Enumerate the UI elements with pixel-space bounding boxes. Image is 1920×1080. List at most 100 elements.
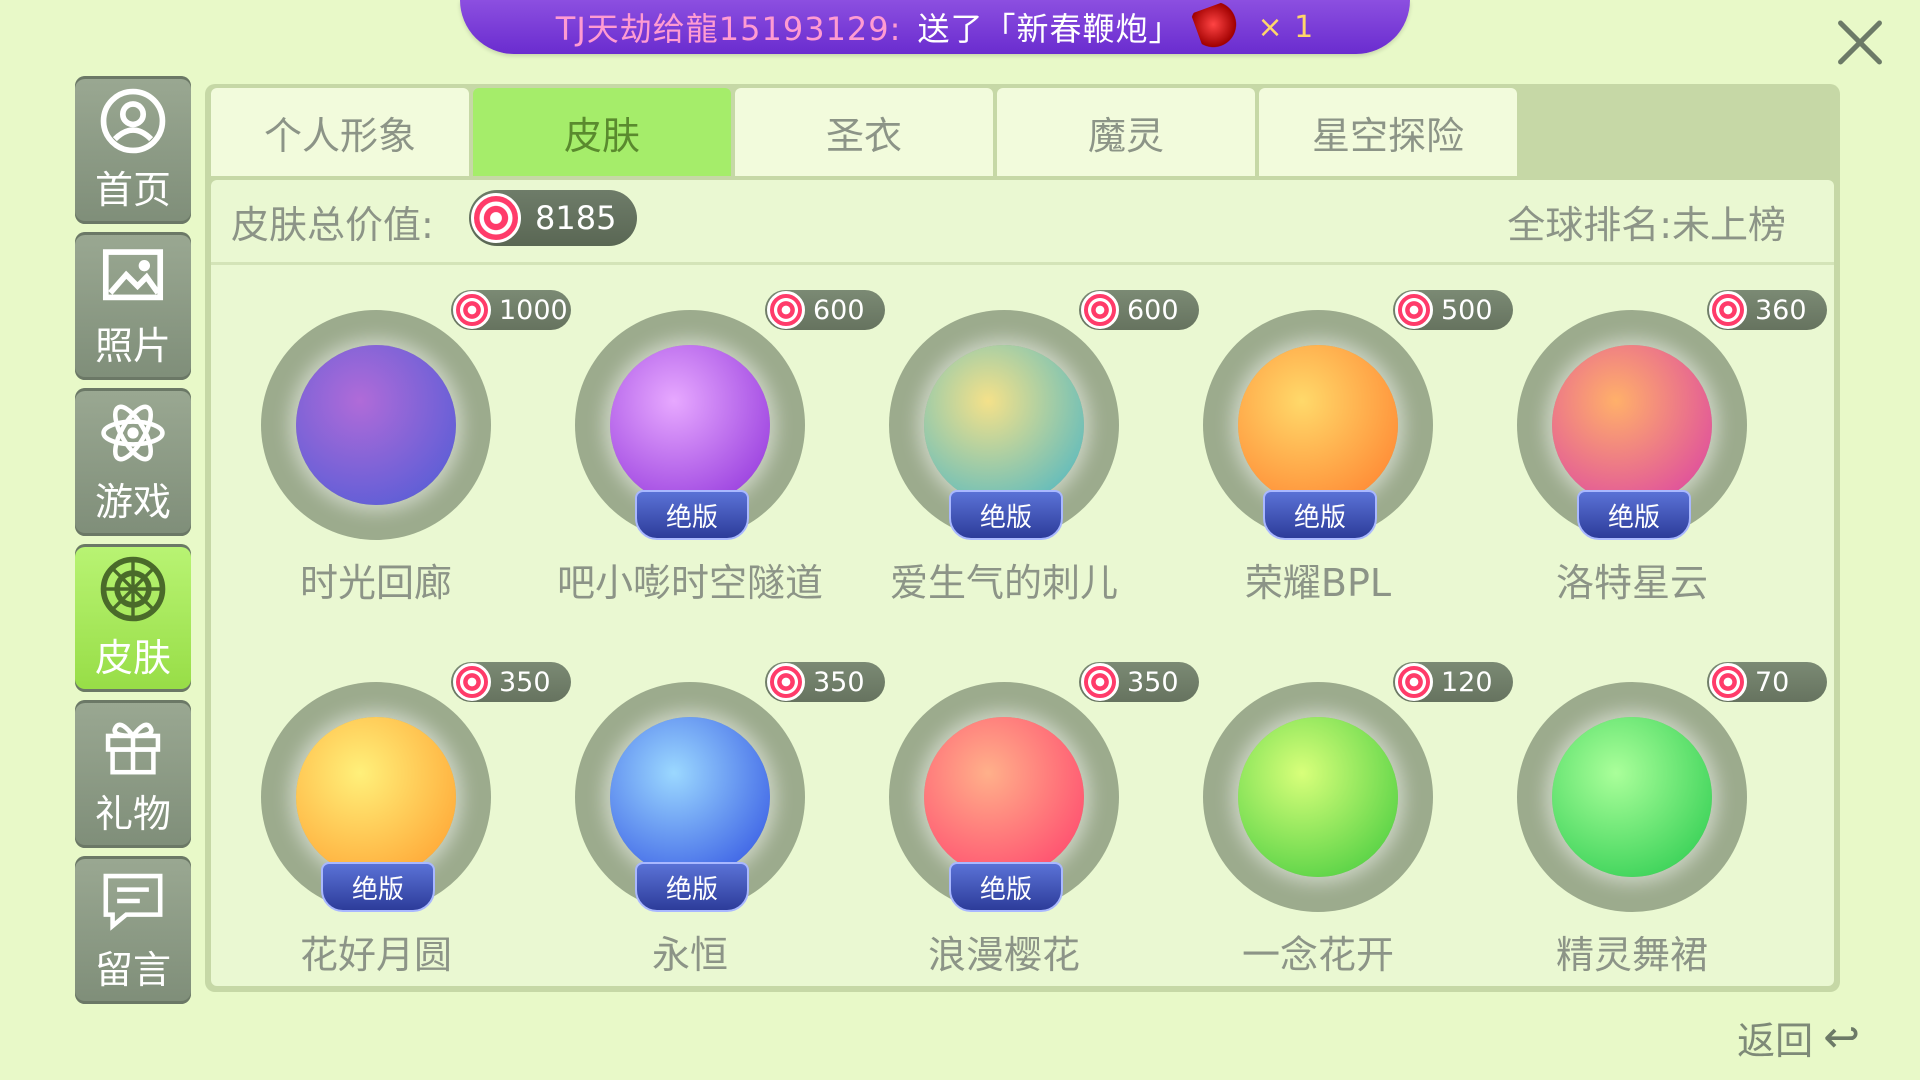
skin-orb — [296, 717, 456, 877]
skins-content: 皮肤总价值: 8185 全球排名:未上榜 1000 时光回廊 600 绝版 吧小嘭时空隧… — [211, 180, 1834, 986]
skin-card[interactable]: 350 绝版 浪漫樱花 — [869, 662, 1199, 992]
sidebar-item-games[interactable]: 游戏 — [75, 388, 191, 536]
skin-orb — [1238, 717, 1398, 877]
skin-orb — [1552, 717, 1712, 877]
skin-price: 70 — [1707, 662, 1827, 702]
skin-name: 爱生气的刺儿 — [889, 561, 1118, 605]
tab-demon-spirit[interactable]: 魔灵 — [997, 88, 1255, 176]
limited-edition-badge: 绝版 — [949, 862, 1063, 912]
candy-currency-icon — [767, 291, 805, 329]
candy-currency-icon — [453, 291, 491, 329]
main-panel: 个人形象 皮肤 圣衣 魔灵 星空探险 皮肤总价值: 8185 全球排名:未上榜 … — [205, 84, 1840, 992]
skin-price: 600 — [765, 290, 885, 330]
skin-price: 1000 — [451, 290, 571, 330]
limited-edition-badge: 绝版 — [635, 862, 749, 912]
skin-preview — [261, 310, 491, 540]
gift-icon — [99, 711, 167, 779]
candy-currency-icon — [1395, 663, 1433, 701]
close-button[interactable] — [1830, 12, 1890, 72]
candy-currency-icon — [471, 193, 521, 243]
sidebar-item-skins[interactable]: 皮肤 — [75, 544, 191, 692]
candy-currency-icon — [767, 663, 805, 701]
sidebar-item-messages[interactable]: 留言 — [75, 856, 191, 1004]
skin-card[interactable]: 360 绝版 洛特星云 — [1497, 290, 1827, 620]
skin-price: 350 — [451, 662, 571, 702]
skin-card[interactable]: 600 绝版爱生气的刺儿 — [869, 290, 1199, 620]
skin-price-value: 350 — [499, 666, 551, 698]
tab-bar: 个人形象 皮肤 圣衣 魔灵 星空探险 — [211, 88, 1517, 176]
skin-orb — [924, 345, 1084, 505]
skin-name: 精灵舞裙 — [1555, 933, 1708, 977]
user-circle-icon — [99, 87, 167, 155]
total-value-label: 皮肤总价值: — [231, 203, 434, 247]
skin-orb — [296, 345, 456, 505]
back-label: 返回 — [1737, 1019, 1814, 1063]
skin-name: 时光回廊 — [299, 561, 452, 605]
candy-currency-icon — [453, 663, 491, 701]
skin-name: 花好月圆 — [299, 933, 452, 977]
candy-currency-icon — [1081, 663, 1119, 701]
skin-name: 一念花开 — [1241, 933, 1394, 977]
skin-orb — [1238, 345, 1398, 505]
skin-card[interactable]: 600 绝版 吧小嘭时空隧道 — [555, 290, 885, 620]
skin-card[interactable]: 120 一念花开 — [1183, 662, 1513, 992]
candy-currency-icon — [1081, 291, 1119, 329]
skin-price-value: 600 — [1127, 294, 1179, 326]
skin-name: 浪漫樱花 — [927, 933, 1080, 977]
sidebar-item-home[interactable]: 首页 — [75, 76, 191, 224]
sidebar-item-label: 礼物 — [94, 791, 171, 836]
sidebar-item-gifts[interactable]: 礼物 — [75, 700, 191, 848]
skin-card[interactable]: 500 绝版荣耀BPL — [1183, 290, 1513, 620]
skin-name: 永恒 — [651, 933, 728, 977]
skin-card[interactable]: 350 绝版永恒 — [555, 662, 885, 992]
skin-name: 荣耀BPL — [1244, 561, 1392, 605]
candy-currency-icon — [1395, 291, 1433, 329]
sidebar-item-photos[interactable]: 照片 — [75, 232, 191, 380]
banner-gift-text: 送了「新春鞭炮」 — [917, 10, 1182, 48]
banner-gift-count: × 1 — [1257, 9, 1315, 45]
candy-currency-icon — [1709, 663, 1747, 701]
skin-orb — [1552, 345, 1712, 505]
back-arrow-icon: ↩ — [1823, 1012, 1860, 1063]
sidebar-item-label: 首页 — [94, 167, 171, 212]
skin-preview — [1203, 682, 1433, 912]
skin-orb — [610, 717, 770, 877]
firecracker-icon — [1191, 0, 1248, 56]
skin-icon — [99, 555, 167, 623]
skin-price: 500 — [1393, 290, 1513, 330]
sidebar-item-label: 游戏 — [94, 479, 171, 524]
skin-price: 360 — [1707, 290, 1827, 330]
skin-card[interactable]: 1000 时光回廊 — [241, 290, 571, 620]
limited-edition-badge: 绝版 — [1263, 490, 1377, 540]
banner-sender: TJ天劫给龍15193129: — [555, 10, 902, 48]
skin-price-value: 500 — [1441, 294, 1493, 326]
skin-orb — [924, 717, 1084, 877]
message-icon — [99, 867, 167, 935]
global-rank: 全球排名:未上榜 — [1507, 203, 1786, 247]
sidebar: 首页 照片 游戏 皮肤 礼物 留言 — [75, 76, 191, 1012]
skin-card[interactable]: 350 绝版 花好月圆 — [241, 662, 571, 992]
total-value-pill: 8185 — [469, 190, 637, 246]
atom-icon — [99, 399, 167, 467]
tab-holy-cloth[interactable]: 圣衣 — [735, 88, 993, 176]
skin-price-value: 360 — [1755, 294, 1807, 326]
skin-price-value: 70 — [1755, 666, 1790, 698]
skin-card[interactable]: 70 精灵舞裙 — [1497, 662, 1827, 992]
tab-star-adventure[interactable]: 星空探险 — [1259, 88, 1517, 176]
limited-edition-badge: 绝版 — [949, 490, 1063, 540]
skin-preview — [1517, 682, 1747, 912]
skin-name: 吧小嘭时空隧道 — [556, 561, 823, 605]
skin-price-value: 350 — [813, 666, 865, 698]
limited-edition-badge: 绝版 — [1577, 490, 1691, 540]
tab-skins[interactable]: 皮肤 — [473, 88, 731, 176]
skin-price-value: 600 — [813, 294, 865, 326]
skin-price: 600 — [1079, 290, 1199, 330]
back-button[interactable]: 返回 ↩ — [1737, 1010, 1860, 1065]
candy-currency-icon — [1709, 291, 1747, 329]
photo-icon — [99, 243, 167, 311]
sidebar-item-label: 皮肤 — [94, 635, 171, 680]
tab-avatar[interactable]: 个人形象 — [211, 88, 469, 176]
gift-broadcast-banner: TJ天劫给龍15193129: 送了「新春鞭炮」 × 1 — [460, 0, 1410, 56]
skin-price: 350 — [765, 662, 885, 702]
sidebar-item-label: 照片 — [94, 323, 171, 368]
